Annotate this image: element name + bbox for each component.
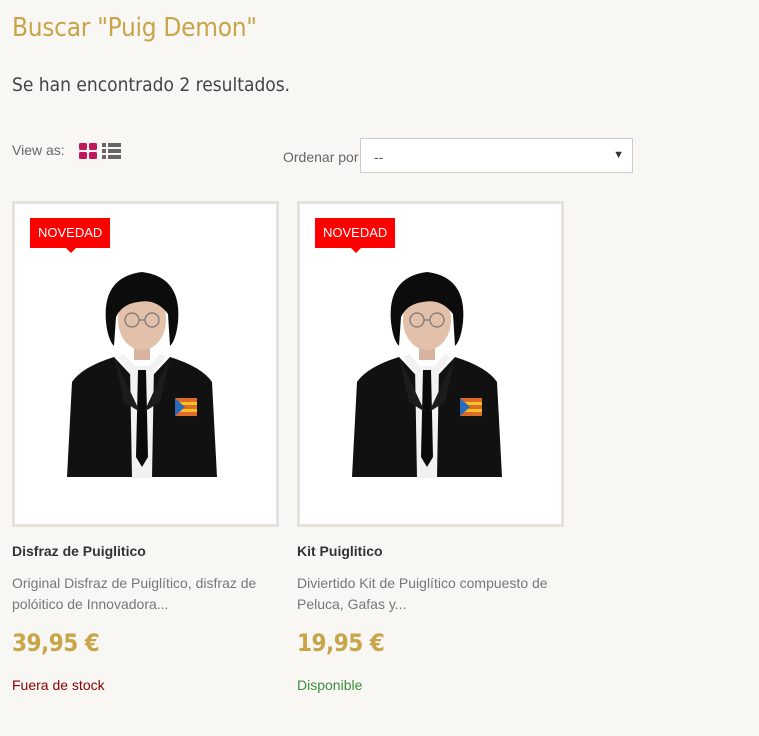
sort-select-value: -- [374, 149, 384, 165]
results-count: Se han encontrado 2 resultados. [12, 74, 291, 96]
chevron-down-icon: ▼ [613, 149, 624, 161]
product-name[interactable]: Disfraz de Puiglitico [12, 543, 146, 559]
view-as-label: View as: [12, 142, 65, 158]
grid-view-icon[interactable] [79, 143, 97, 159]
product-description: Diviertido Kit de Puiglítico compuesto d… [297, 575, 548, 612]
product-image-frame[interactable]: NOVEDAD [297, 201, 564, 527]
product-description: Original Disfraz de Puiglítico, disfraz … [12, 575, 257, 612]
new-badge: NOVEDAD [315, 218, 396, 253]
list-view-icon[interactable] [102, 143, 121, 159]
product-availability: Fuera de stock [12, 677, 105, 693]
page-title: Buscar "Puig Demon" [12, 13, 257, 43]
product-image[interactable] [52, 262, 232, 478]
product-name[interactable]: Kit Puiglitico [297, 543, 383, 559]
new-badge: NOVEDAD [30, 218, 111, 253]
product-price: 39,95 € [12, 629, 100, 657]
product-price: 19,95 € [297, 629, 385, 657]
product-image[interactable] [337, 262, 517, 478]
product-image-frame[interactable]: NOVEDAD [12, 201, 279, 527]
sort-label: Ordenar por [283, 149, 359, 165]
product-availability: Disponible [297, 677, 363, 693]
sort-select[interactable]: -- ▼ [360, 138, 633, 173]
